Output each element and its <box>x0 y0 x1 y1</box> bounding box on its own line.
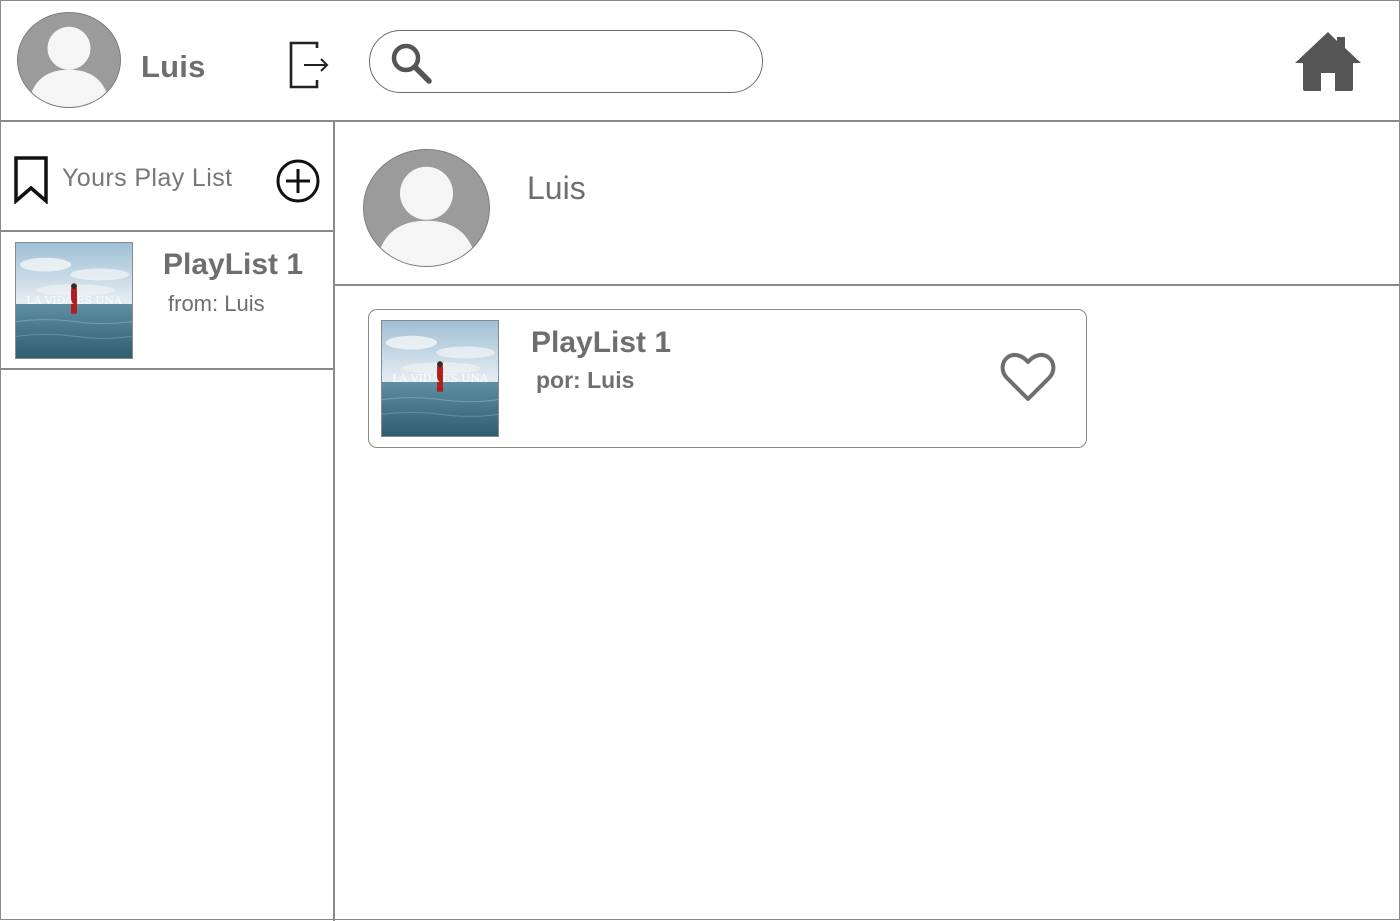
main-content: Luis LA VIDA ES UNA PlayList 1 por: Luis <box>335 122 1400 921</box>
profile-header: Luis <box>335 122 1400 286</box>
home-icon[interactable] <box>1293 29 1363 93</box>
header-username: Luis <box>141 49 206 84</box>
bookmark-icon <box>13 156 49 205</box>
plus-circle-icon <box>276 159 320 203</box>
sidebar-playlist-item[interactable]: LA VIDA ES UNA PlayList 1 from: Luis <box>1 232 333 370</box>
logout-icon[interactable] <box>287 40 331 90</box>
user-avatar-icon[interactable] <box>17 12 121 108</box>
search-input[interactable] <box>446 43 746 81</box>
profile-name: Luis <box>527 170 586 206</box>
sidebar: Yours Play List LA VIDA ES UNA PlayList … <box>1 122 335 921</box>
playlist-cover-image: LA VIDA ES UNA <box>15 242 133 359</box>
profile-avatar-icon <box>363 149 490 267</box>
playlist-cover-image: LA VIDA ES UNA <box>381 320 499 437</box>
svg-text:LA VIDA ES UNA: LA VIDA ES UNA <box>26 294 122 307</box>
playlist-card-title: PlayList 1 <box>531 326 672 359</box>
add-playlist-button[interactable] <box>275 158 321 204</box>
svg-text:LA VIDA ES UNA: LA VIDA ES UNA <box>392 372 488 385</box>
top-header: Luis <box>1 1 1400 122</box>
sidebar-title: Yours Play List <box>62 164 233 192</box>
search-bar[interactable] <box>369 30 763 93</box>
sidebar-header: Yours Play List <box>1 122 333 232</box>
playlist-card[interactable]: LA VIDA ES UNA PlayList 1 por: Luis <box>368 309 1087 448</box>
playlist-card-owner: por: Luis <box>536 367 635 393</box>
playlist-title: PlayList 1 <box>163 248 304 281</box>
playlist-owner: from: Luis <box>168 291 265 316</box>
heart-icon[interactable] <box>999 352 1057 404</box>
app-frame: Luis Yours Play List LA VIDA ES UNA Play… <box>0 0 1400 921</box>
search-icon[interactable] <box>388 41 436 85</box>
